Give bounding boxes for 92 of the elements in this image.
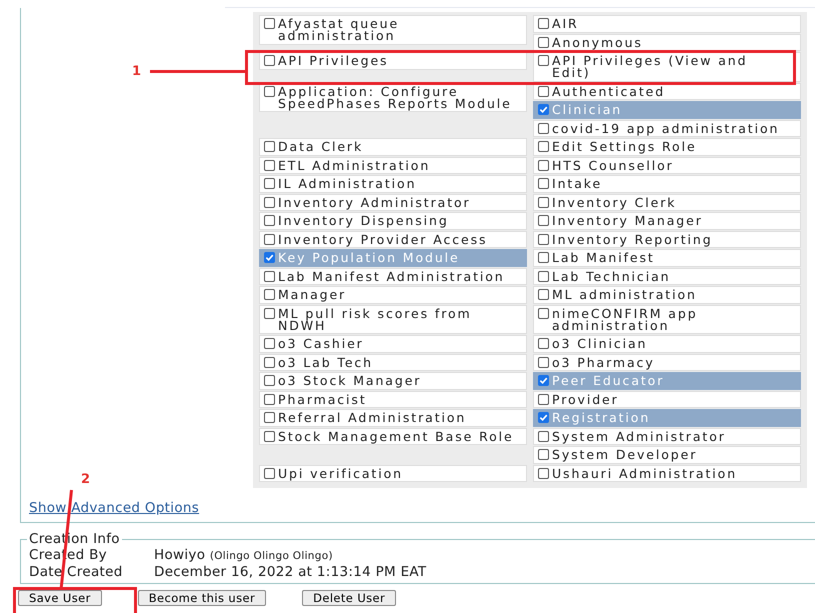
checkbox[interactable] [538, 122, 549, 134]
role-option[interactable]: Ushauri Administration [533, 464, 801, 482]
role-option[interactable]: nimeCONFIRM app administration [533, 304, 801, 334]
role-option[interactable]: ML administration [533, 286, 801, 304]
role-option[interactable]: Afyastat queue administration [259, 15, 527, 44]
checkbox[interactable] [264, 356, 275, 368]
checkbox[interactable] [264, 234, 275, 244]
checkbox[interactable] [538, 104, 549, 115]
checkbox[interactable] [538, 308, 549, 318]
annotation-number: 1 [132, 64, 142, 79]
date-created-value: December 16, 2022 at 1:13:14 PM EAT [154, 564, 426, 580]
form-button[interactable]: Delete User [302, 590, 396, 606]
role-option[interactable]: Inventory Reporting [533, 230, 801, 248]
role-option[interactable]: Data Clerk [259, 138, 527, 156]
role-option[interactable]: Manager [259, 286, 527, 304]
role-option[interactable]: ETL Administration [259, 156, 527, 174]
role-option[interactable]: Referral Administration [259, 409, 527, 426]
role-option[interactable]: Intake [533, 175, 801, 192]
role-option[interactable]: HTS Counsellor [533, 156, 801, 174]
role-option[interactable]: o3 Stock Manager [259, 372, 527, 390]
role-option[interactable]: Application: Configure SpeedPhases Reports Module [259, 82, 527, 112]
checkbox[interactable] [538, 430, 549, 442]
role-option[interactable]: o3 Pharmacy [533, 354, 801, 371]
checkbox[interactable] [264, 160, 275, 170]
role-option[interactable]: ML pull risk scores from NDWH [259, 304, 527, 334]
checkbox[interactable] [538, 375, 549, 386]
checkbox[interactable] [264, 412, 275, 423]
checkbox[interactable] [538, 449, 549, 460]
role-option[interactable]: Lab Technician [533, 268, 801, 285]
checkbox[interactable] [538, 141, 549, 152]
checkbox[interactable] [264, 86, 275, 96]
checkbox[interactable] [264, 308, 275, 318]
checkbox[interactable] [538, 412, 549, 423]
checkbox[interactable] [538, 252, 549, 263]
role-option[interactable]: Inventory Provider Access [259, 230, 527, 248]
checkbox[interactable] [264, 196, 275, 208]
role-option[interactable]: Lab Manifest Administration [259, 268, 527, 285]
checkbox[interactable] [264, 18, 275, 29]
checkbox[interactable] [264, 375, 275, 386]
checkbox[interactable] [264, 141, 275, 152]
checkbox[interactable] [538, 160, 549, 170]
annotation-number: 2 [81, 472, 90, 487]
created-by-value: Howiyo (Olingo Olingo Olingo) [154, 547, 333, 564]
checkbox[interactable] [538, 270, 549, 282]
role-option[interactable]: System Developer [533, 446, 801, 464]
role-option[interactable]: Inventory Dispensing [259, 212, 527, 230]
checkbox[interactable] [538, 338, 549, 349]
checkbox[interactable] [538, 55, 549, 66]
form-button[interactable]: Become this user [138, 590, 266, 606]
checkbox[interactable] [538, 394, 549, 404]
checkbox[interactable] [264, 394, 275, 404]
date-created-label: Date Created [29, 564, 124, 580]
checkbox[interactable] [264, 215, 275, 226]
role-option[interactable]: Inventory Manager [533, 212, 801, 230]
checkbox[interactable] [264, 468, 275, 478]
role-option[interactable]: o3 Clinician [533, 335, 801, 352]
role-option[interactable]: System Administrator [533, 428, 801, 445]
role-option[interactable]: o3 Cashier [259, 335, 527, 352]
role-option[interactable]: o3 Lab Tech [259, 354, 527, 371]
role-option[interactable]: Lab Manifest [533, 249, 801, 266]
checkbox[interactable] [264, 338, 275, 349]
role-option[interactable]: Inventory Administrator [259, 194, 527, 211]
checkbox[interactable] [538, 468, 549, 478]
role-option[interactable]: Inventory Clerk [533, 194, 801, 211]
checkbox[interactable] [264, 252, 275, 263]
role-option[interactable]: API Privileges [259, 52, 527, 70]
checkbox[interactable] [538, 178, 549, 189]
checkbox[interactable] [264, 178, 275, 189]
role-option[interactable]: API Privileges (View and Edit) [533, 52, 801, 82]
role-option[interactable]: Anonymous [533, 34, 801, 51]
checkbox[interactable] [264, 55, 275, 66]
checkbox[interactable] [264, 289, 275, 300]
checkbox[interactable] [538, 215, 549, 226]
role-option[interactable]: Provider [533, 390, 801, 408]
advanced-options-link[interactable]: Show Advanced Options [29, 500, 200, 516]
checkbox[interactable] [538, 234, 549, 244]
checkbox[interactable] [538, 356, 549, 368]
checkbox[interactable] [538, 36, 549, 48]
checkbox[interactable] [538, 86, 549, 96]
checkbox[interactable] [264, 270, 275, 282]
checkbox[interactable] [538, 18, 549, 29]
role-option[interactable]: Edit Settings Role [533, 138, 801, 156]
role-option[interactable]: IL Administration [259, 175, 527, 192]
role-option[interactable]: covid-19 app administration [533, 120, 801, 137]
role-option[interactable]: AIR [533, 15, 801, 32]
checkbox[interactable] [538, 289, 549, 300]
role-option[interactable]: Stock Management Base Role [259, 428, 527, 445]
role-option[interactable]: Pharmacist [259, 390, 527, 408]
checkbox[interactable] [538, 196, 549, 208]
role-option[interactable]: Upi verification [259, 464, 527, 482]
form-button[interactable]: Save User [18, 590, 102, 606]
checkbox[interactable] [264, 430, 275, 442]
